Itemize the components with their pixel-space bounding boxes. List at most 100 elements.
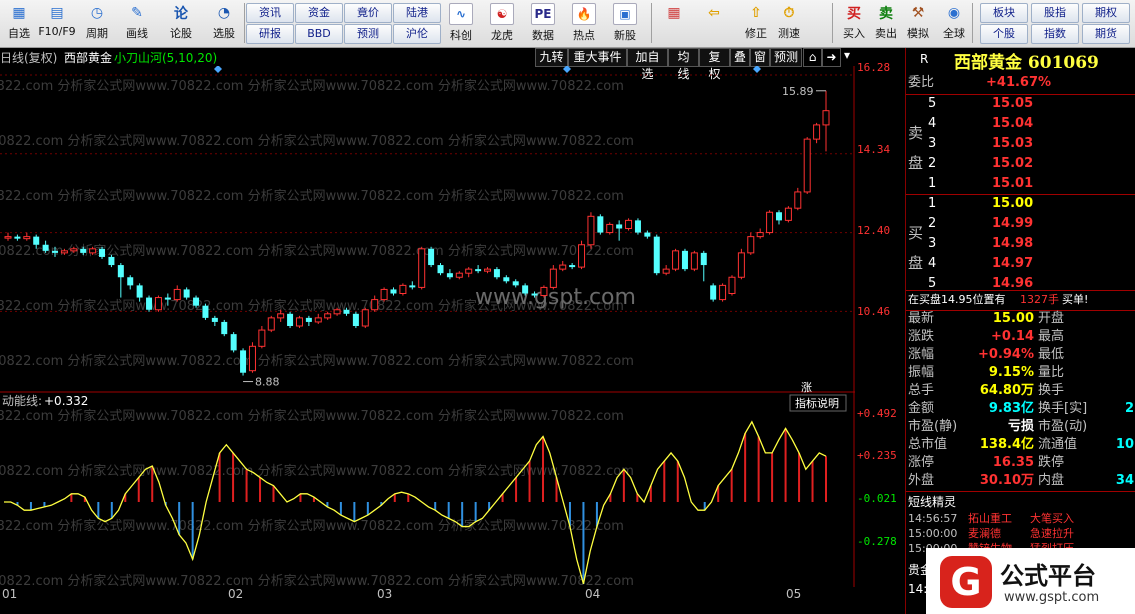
weibi-row: 委比 +41.67% [906,73,1135,93]
stat-row: 涨跌 +0.14 最高 [906,328,1135,346]
stat-row: 振幅 9.15% 量比 [906,364,1135,382]
toolbar-kechuang-button[interactable]: ∿ 科创 [442,2,480,44]
toolbar-grid-button[interactable]: 期权 [1082,3,1130,23]
toolbar-buy-button[interactable]: 买买入 [838,2,870,44]
indicator-value: +0.332 [44,394,88,408]
toolbar-grid-button[interactable]: 预测 [344,24,392,44]
home-icon[interactable]: ⌂ [803,48,822,67]
candle-body [728,276,736,294]
toolbar-grid-button[interactable]: BBD [295,24,343,44]
dragon-tiger-icon: ☯ [490,3,514,25]
toolbar-grid-button[interactable]: 竟价 [344,3,392,23]
ask-row[interactable]: 3 15.03 [906,134,1135,154]
bid-price: 14.97 [992,256,1034,271]
toolbar-grid-button[interactable]: 资讯 [246,3,294,23]
ask-price: 15.02 [992,156,1034,171]
short-row[interactable]: 14:56:57 拓山重工 大笔买入 [906,511,1135,526]
ask-row[interactable]: 2 15.02 [906,154,1135,174]
short-stock: 麦澜德 [968,527,1001,540]
stat-label: 外盘 [908,473,935,488]
short-row[interactable]: 15:00:00 麦澜德 急速拉升 [906,526,1135,541]
bid-price: 15.00 [992,196,1034,211]
bid-row[interactable]: 1 15.00 [906,194,1135,214]
toolbar-label: 科创 [450,29,472,42]
candle-body [578,244,586,268]
watermark-text: 70822.com 分析家公式网www.70822.com 分析家公式网www.… [0,408,624,424]
toolbar-discuss-button[interactable]: 论论股 [162,2,200,44]
bid-note: 在买盘14.95位置有 [908,293,1006,306]
toolbar-grid-button[interactable]: 个股 [980,24,1028,44]
ask-row[interactable]: 1 15.01 [906,174,1135,194]
candle-body [277,313,285,319]
stock-name: 西部黄金 [64,51,113,65]
toolbar-revise-button[interactable]: ⇧ 修正 [740,2,772,44]
toolbar-grid-button[interactable]: 研报 [246,24,294,44]
logo-url: www.gspt.com [1004,590,1100,605]
price-tick: 12.40 [857,224,891,237]
ask-row[interactable]: 4 15.04 [906,114,1135,134]
candle-body [522,285,529,294]
chart-button-7[interactable]: 预测 [770,48,802,67]
bid-row[interactable]: 3 14.98 [906,234,1135,254]
stat-label: 涨跌 [908,329,935,344]
chart-button-4[interactable]: 复权 [699,48,730,81]
toolbar-f10-button[interactable]: ▤ F10/F9 [38,2,76,44]
toolbar-grid-button[interactable]: 资金 [295,3,343,23]
event-marker-icon[interactable] [563,66,571,73]
chart-button-2[interactable]: 加自选 [627,48,668,81]
chevron-down-icon[interactable]: ▾ [840,48,854,65]
period-label[interactable]: 日线(复权) [0,49,57,66]
stat-value: 64.80万 [979,383,1034,398]
price-tick: 14.34 [857,143,891,156]
ask-row[interactable]: 5 15.05 [906,94,1135,114]
short-title[interactable]: 短线精灵 [908,493,956,510]
indicator-label[interactable]: 小刀山河(5,10,20) [114,49,217,66]
bid-row[interactable]: 2 14.99 [906,214,1135,234]
toolbar-new-stock-button[interactable]: ▣ 新股 [606,2,644,44]
color-grid-icon: ▦ [667,5,681,21]
new-stock-icon: ▣ [613,3,637,25]
candle-body [60,250,68,254]
candle-body [399,284,407,294]
candle-body [493,269,500,278]
candle-body [549,268,557,288]
arrow-right-icon[interactable]: ➜ [822,48,841,67]
bid-row[interactable]: 4 14.97 [906,254,1135,274]
stat-label-right: 最高 [1038,329,1065,344]
event-marker-icon[interactable] [753,66,761,73]
separator [972,3,973,43]
toolbar-color-grid-button[interactable]: ▦ [658,2,690,44]
toolbar-hotspot-button[interactable]: 🔥 热点 [565,2,603,44]
toolbar-speedtest-button[interactable]: ⏱ 测速 [773,2,805,44]
toolbar-pe-data-button[interactable]: PE 数据 [524,2,562,44]
toolbar-grid-button[interactable]: 板块 [980,3,1028,23]
toolbar-label: 自选 [8,27,30,40]
event-marker-icon[interactable] [214,66,222,73]
chart-button-5[interactable]: 叠 [730,48,750,67]
toolbar-grid-button[interactable]: 期货 [1082,24,1130,44]
toolbar-grid-button[interactable]: 指数 [1031,24,1079,44]
toolbar-grid-button[interactable]: 陆港 [393,3,441,23]
toolbar: ▦ 自选 ▤ F10/F9 ◷ 周期 ✎ 画线论论股 ◔ 选股 资讯 资金 竟价 陆港 研报 BBD 预测 沪伦 ∿… [0,0,1135,48]
toolbar-dragon-tiger-button[interactable]: ☯ 龙虎 [483,2,521,44]
toolbar-sell-button[interactable]: 卖卖出 [870,2,902,44]
toolbar-grid-button[interactable]: 沪伦 [393,24,441,44]
chart-button-1[interactable]: 重大事件 [568,48,627,67]
chart-button-0[interactable]: 九转 [535,48,568,67]
stat-label: 涨幅 [908,347,935,362]
toolbar-draw-line-button[interactable]: ✎ 画线 [118,2,156,44]
toolbar-grid-button[interactable]: 股指 [1031,3,1079,23]
toolbar-back-arrow-button[interactable]: ⇦ [698,2,730,44]
candle-body [484,268,492,272]
watermark-text: 70822.com 分析家公式网www.70822.com 分析家公式网www.… [0,518,624,534]
chart-button-6[interactable]: 窗 [750,48,770,67]
toolbar-simulate-button[interactable]: ⚒ 模拟 [902,2,934,44]
toolbar-watchlist-button[interactable]: ▦ 自选 [0,2,38,44]
toolbar-global-button[interactable]: ◉ 全球 [938,2,970,44]
chart-button-3[interactable]: 均线 [668,48,699,81]
indicator-tick: +0.492 [857,407,897,420]
toolbar-stock-picker-button[interactable]: ◔ 选股 [205,2,243,44]
toolbar-period-button[interactable]: ◷ 周期 [78,2,116,44]
main-chart[interactable]: 70822.com 分析家公式网www.70822.com 分析家公式网www.… [0,66,855,606]
candle-body [418,248,426,288]
